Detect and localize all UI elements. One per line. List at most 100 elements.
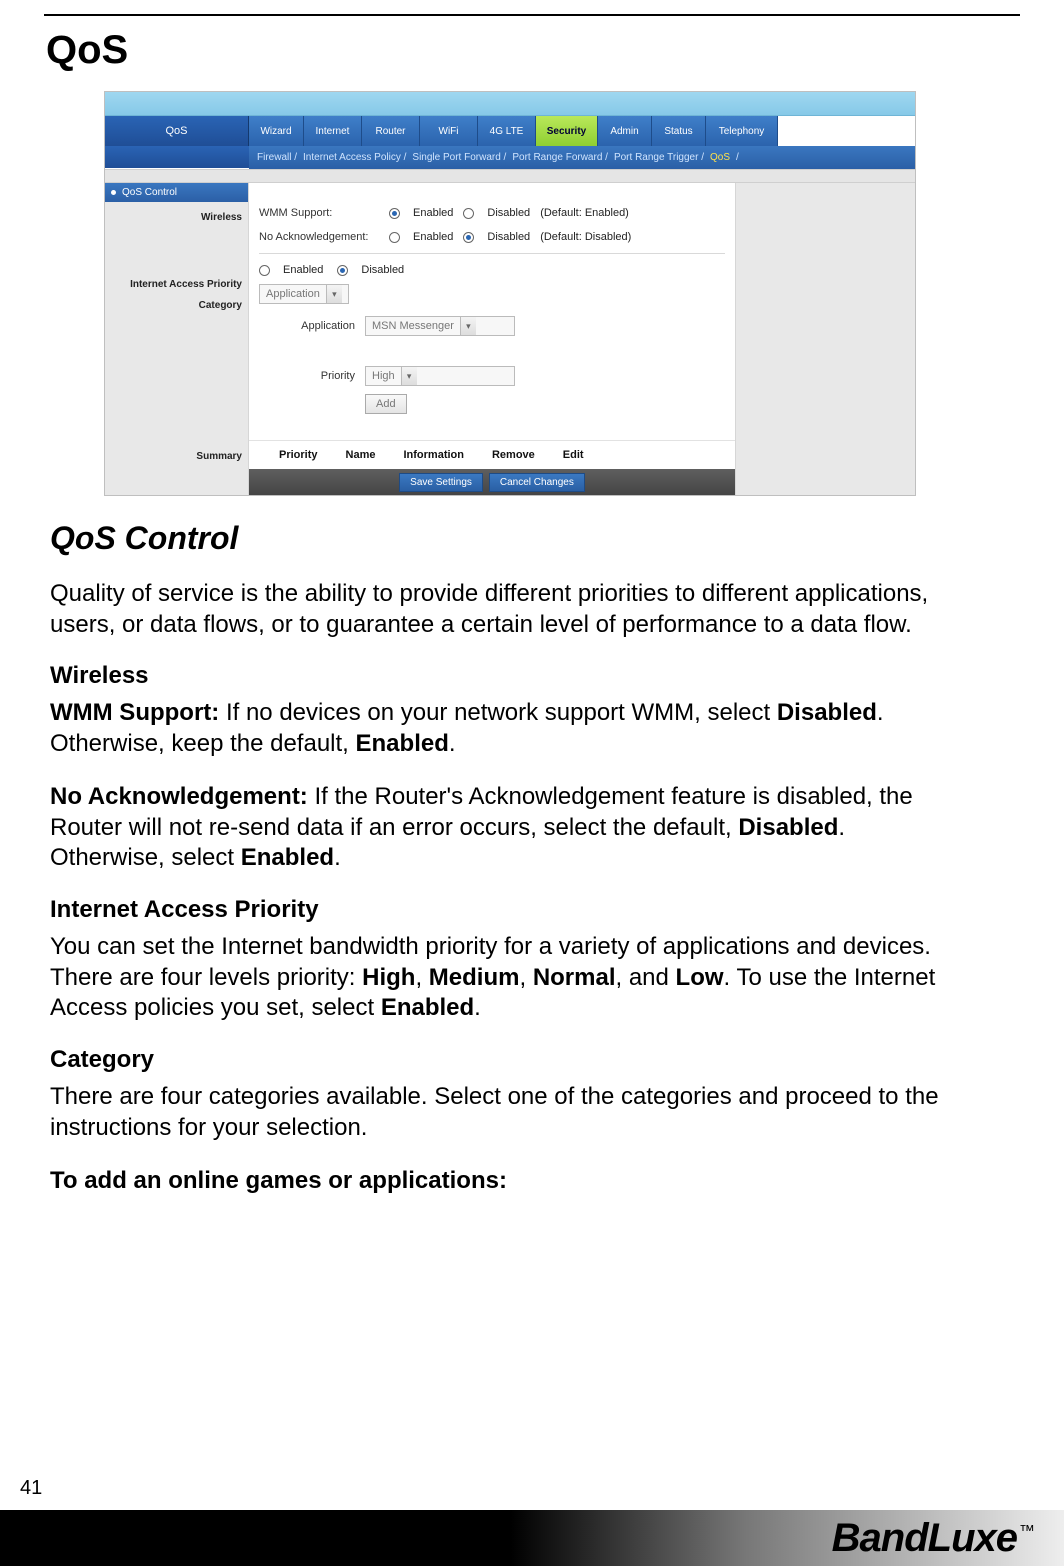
col-edit: Edit: [563, 449, 584, 461]
bold-enabled: Enabled: [381, 994, 474, 1021]
cancel-changes-button[interactable]: Cancel Changes: [489, 473, 585, 492]
side-label-iap: Internet Access Priority: [105, 271, 248, 292]
heading-qos-control: QoS Control: [50, 520, 960, 557]
application-dd-text: MSN Messenger: [366, 320, 460, 332]
side-label-summary: Summary: [105, 443, 248, 464]
col-remove: Remove: [492, 449, 535, 461]
sep2: ,: [519, 964, 532, 991]
row-category-dd: Application ▾: [249, 282, 735, 310]
tab-admin[interactable]: Admin: [598, 116, 652, 146]
document-body: QoS Control Quality of service is the ab…: [50, 520, 960, 1196]
col-information: Information: [403, 449, 464, 461]
bullet-icon: [111, 190, 116, 195]
category-dd-text: Application: [260, 288, 326, 300]
chevron-down-icon[interactable]: ▾: [326, 285, 342, 303]
para-wmm: WMM Support: If no devices on your netwo…: [50, 698, 960, 759]
radio-wmm-enabled[interactable]: [389, 208, 400, 219]
text-iap-disabled: Disabled: [361, 264, 404, 276]
row-wmm: WMM Support: Enabled Disabled (Default: …: [249, 201, 735, 225]
subtab-iap[interactable]: Internet Access Policy /: [303, 152, 406, 163]
para-intro: Quality of service is the ability to pro…: [50, 579, 960, 640]
heading-category: Category: [50, 1046, 960, 1074]
row-iap: Enabled Disabled: [249, 258, 735, 282]
panel-title: QoS: [105, 116, 249, 146]
priority-dropdown[interactable]: High ▾: [365, 366, 515, 386]
save-settings-button[interactable]: Save Settings: [399, 473, 483, 492]
bold-add: To add an online games or applications:: [50, 1167, 507, 1194]
main-tabs: Wizard Internet Router WiFi 4G LTE Secur…: [249, 116, 915, 146]
radio-iap-enabled[interactable]: [259, 265, 270, 276]
application-dropdown[interactable]: MSN Messenger ▾: [365, 316, 515, 336]
side-column: QoS Control Wireless Internet Access Pri…: [105, 183, 249, 495]
text-noack-enabled: Enabled: [413, 231, 453, 243]
text-wmm-end: .: [449, 730, 456, 757]
radio-iap-disabled[interactable]: [337, 265, 348, 276]
bold-noack-enabled: Enabled: [241, 844, 334, 871]
text-iap-e: .: [474, 994, 481, 1021]
text-noack-disabled: Disabled: [487, 231, 530, 243]
radio-noack-enabled[interactable]: [389, 232, 400, 243]
priority-dd-text: High: [366, 370, 401, 382]
heading-wireless: Wireless: [50, 662, 960, 690]
brand-logo: BandLuxe™: [832, 1516, 1034, 1561]
text-wmm-disabled: Disabled: [487, 207, 530, 219]
sep1: ,: [415, 964, 428, 991]
radio-wmm-disabled[interactable]: [463, 208, 474, 219]
side-label-wireless: Wireless: [105, 204, 248, 225]
text-wmm-rest: If no devices on your network support WM…: [219, 699, 777, 726]
para-iap: You can set the Internet bandwidth prior…: [50, 932, 960, 1024]
side-header-text: QoS Control: [122, 187, 177, 198]
bold-low: Low: [676, 964, 724, 991]
text-noack-default: (Default: Disabled): [540, 231, 631, 243]
top-strip: [105, 92, 915, 116]
label-application: Application: [259, 320, 355, 332]
page-title: QoS: [46, 28, 1020, 73]
text-iap-enabled: Enabled: [283, 264, 323, 276]
page-footer: BandLuxe™: [0, 1510, 1064, 1566]
chevron-down-icon[interactable]: ▾: [401, 367, 417, 385]
subtab-qos[interactable]: QoS: [710, 152, 730, 163]
main-column: WMM Support: Enabled Disabled (Default: …: [249, 183, 735, 495]
page-number: 41: [20, 1477, 42, 1500]
col-name: Name: [346, 449, 376, 461]
bold-normal: Normal: [533, 964, 616, 991]
trademark-icon: ™: [1019, 1523, 1034, 1540]
chevron-down-icon[interactable]: ▾: [460, 317, 476, 335]
subtab-spf[interactable]: Single Port Forward /: [412, 152, 506, 163]
bold-wmm-enabled: Enabled: [356, 730, 449, 757]
tab-router[interactable]: Router: [362, 116, 420, 146]
divider: [259, 253, 725, 254]
bold-noack-lead: No Acknowledgement:: [50, 783, 308, 810]
tab-security[interactable]: Security: [536, 116, 598, 146]
bold-noack-disabled: Disabled: [738, 814, 838, 841]
gray-strip: [105, 169, 915, 183]
label-wmm: WMM Support:: [259, 207, 379, 219]
row-priority: Priority High ▾: [249, 360, 735, 392]
tab-internet[interactable]: Internet: [304, 116, 362, 146]
category-dropdown[interactable]: Application ▾: [259, 284, 349, 304]
tab-telephony[interactable]: Telephony: [706, 116, 778, 146]
sub-tabs: Firewall / Internet Access Policy / Sing…: [249, 146, 915, 169]
subtab-prt[interactable]: Port Range Trigger /: [614, 152, 704, 163]
right-column: [735, 183, 915, 495]
row-app: Application MSN Messenger ▾: [249, 310, 735, 342]
para-noack: No Acknowledgement: If the Router's Ackn…: [50, 782, 960, 874]
subtab-firewall[interactable]: Firewall /: [257, 152, 297, 163]
tab-wifi[interactable]: WiFi: [420, 116, 478, 146]
bold-wmm-disabled: Disabled: [777, 699, 877, 726]
radio-noack-disabled[interactable]: [463, 232, 474, 243]
tab-4glte[interactable]: 4G LTE: [478, 116, 536, 146]
bold-high: High: [362, 964, 415, 991]
label-noack: No Acknowledgement:: [259, 231, 379, 243]
sep3: , and: [616, 964, 676, 991]
summary-header: Priority Name Information Remove Edit: [249, 440, 735, 469]
tab-status[interactable]: Status: [652, 116, 706, 146]
heading-iap: Internet Access Priority: [50, 896, 960, 924]
para-add: To add an online games or applications:: [50, 1166, 960, 1197]
tab-wizard[interactable]: Wizard: [249, 116, 304, 146]
add-button[interactable]: Add: [365, 394, 407, 414]
row-add: Add: [249, 392, 735, 420]
side-label-category: Category: [105, 292, 248, 313]
bold-wmm-lead: WMM Support:: [50, 699, 219, 726]
subtab-prf[interactable]: Port Range Forward /: [512, 152, 608, 163]
